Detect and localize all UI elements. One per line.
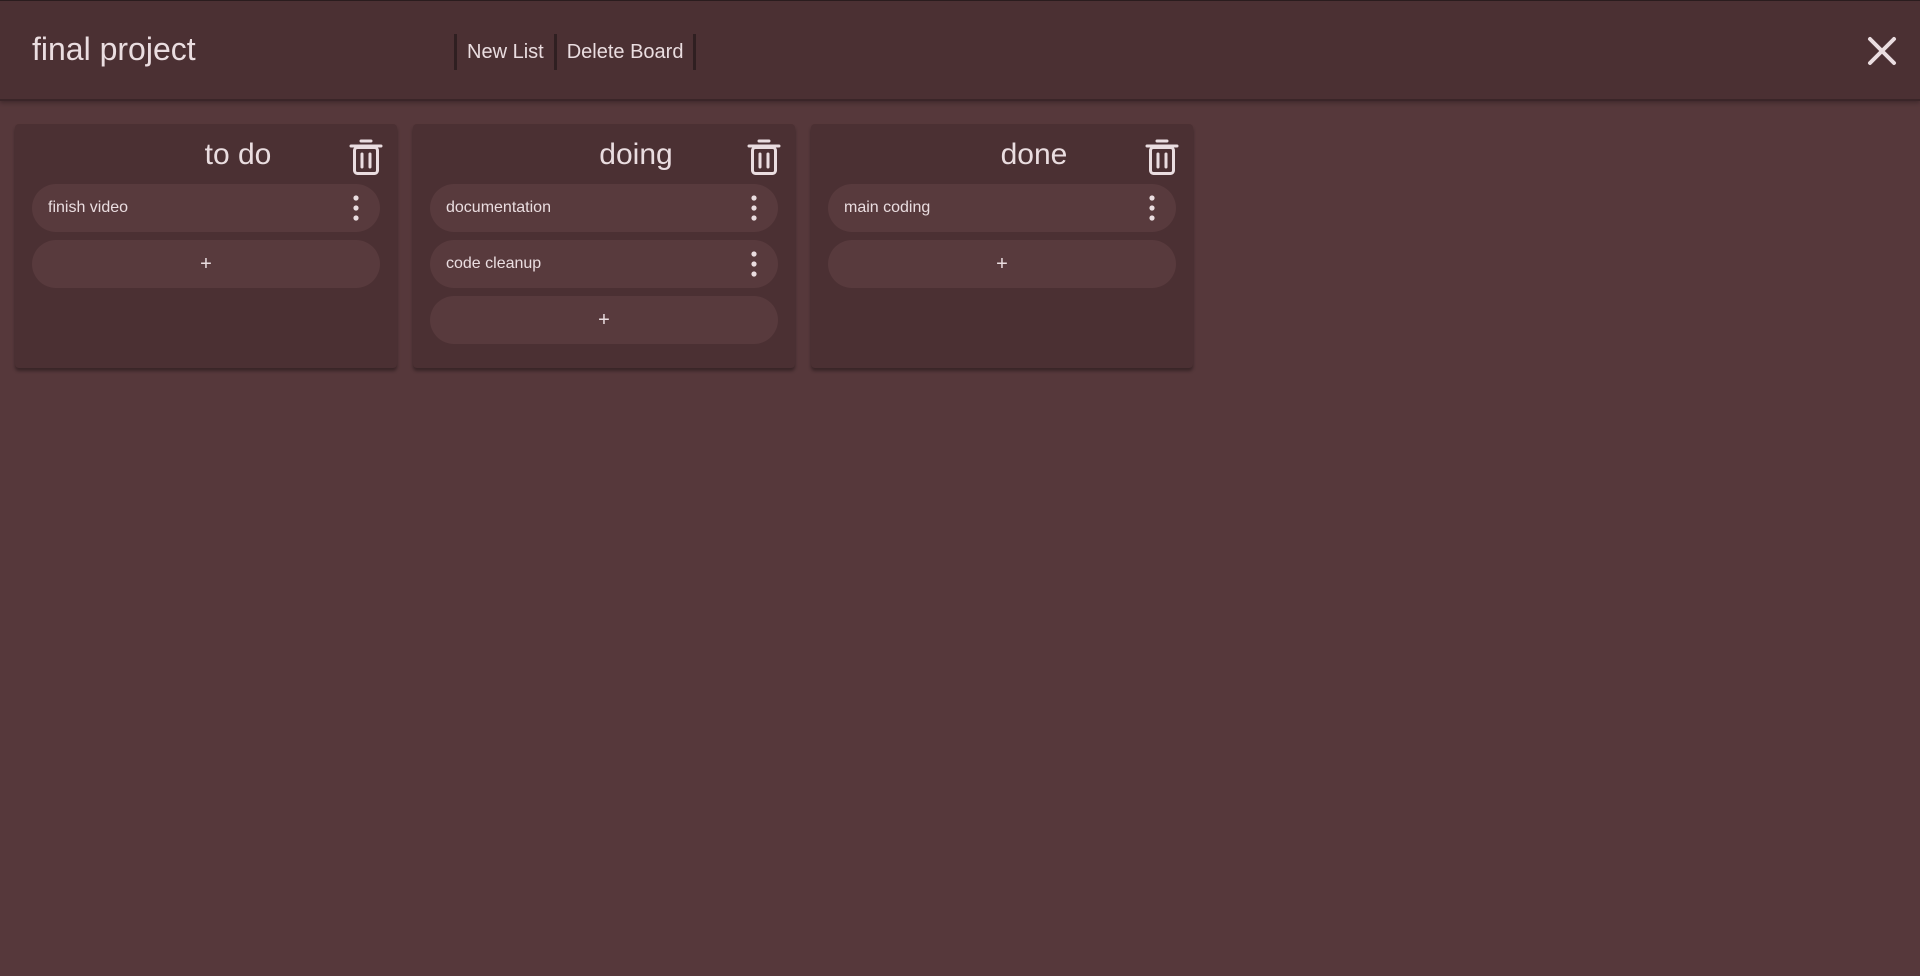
list-title: to do	[204, 138, 272, 171]
list-panel: done main coding +	[811, 124, 1193, 368]
vertical-dots-icon[interactable]	[346, 194, 366, 222]
card-list: documentation code cleanup +	[430, 184, 778, 344]
list-title: done	[1000, 138, 1068, 171]
add-card-button[interactable]: +	[32, 240, 380, 288]
vertical-dots-icon[interactable]	[744, 250, 764, 278]
add-card-button[interactable]: +	[828, 240, 1176, 288]
trash-icon[interactable]	[747, 138, 781, 176]
board-title: final project	[32, 31, 196, 67]
card-list: finish video +	[32, 184, 380, 288]
card-item[interactable]: documentation	[430, 184, 778, 232]
card-label: documentation	[446, 199, 551, 216]
new-list-button[interactable]: New List	[457, 34, 554, 70]
card-label: code cleanup	[446, 255, 542, 272]
add-card-button[interactable]: +	[430, 296, 778, 344]
top-app-bar: final project New List Delete Board	[0, 0, 1920, 101]
vertical-dots-icon[interactable]	[1142, 194, 1162, 222]
board-toolbar: New List Delete Board	[454, 34, 697, 70]
vertical-dots-icon[interactable]	[744, 194, 764, 222]
card-label: finish video	[48, 199, 129, 216]
card-item[interactable]: finish video	[32, 184, 380, 232]
card-item[interactable]: main coding	[828, 184, 1176, 232]
delete-board-button[interactable]: Delete Board	[557, 34, 694, 70]
list-title: doing	[599, 138, 673, 171]
toolbar-divider	[693, 34, 697, 70]
trash-icon[interactable]	[349, 138, 383, 176]
trash-icon[interactable]	[1145, 138, 1179, 176]
list-panel: doing documentation code cleanup +	[413, 124, 795, 368]
card-item[interactable]: code cleanup	[430, 240, 778, 288]
card-label: main coding	[844, 199, 931, 216]
card-list: main coding +	[828, 184, 1176, 288]
list-panel: to do finish video +	[15, 124, 397, 368]
close-icon[interactable]	[1864, 33, 1900, 69]
lists-container: to do finish video + doing documentation…	[15, 124, 1193, 368]
